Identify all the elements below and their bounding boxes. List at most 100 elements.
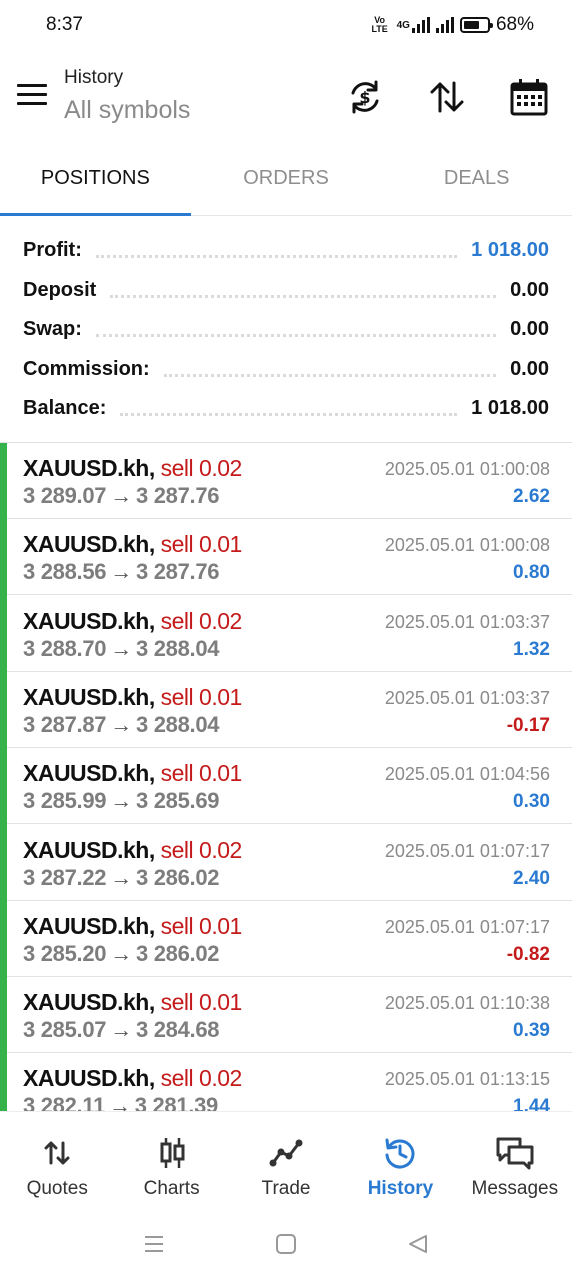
position-side: sell 0.02 (160, 607, 243, 634)
tab-orders[interactable]: ORDERS (191, 142, 382, 215)
svg-text:$: $ (359, 88, 370, 107)
status-bar: 8:37 Vo LTE 4G 68% (0, 0, 572, 52)
position-row[interactable]: XAUUSD.kh, sell 0.02 3 282.11 → 3 281.39 202… (7, 1053, 572, 1112)
nav-charts[interactable]: Charts (114, 1112, 228, 1212)
position-row[interactable]: XAUUSD.kh, sell 0.01 3 288.56 → 3 287.76 202… (7, 519, 572, 596)
position-profit: -0.17 (506, 714, 550, 736)
signal-icon (411, 17, 430, 33)
open-price: 3 289.07 (23, 483, 107, 508)
open-price: 3 288.56 (23, 559, 107, 585)
sort-button[interactable] (424, 74, 470, 120)
nav-trade[interactable]: Trade (229, 1112, 343, 1212)
position-row[interactable]: XAUUSD.kh, sell 0.02 3 287.22 → 3 286.02 202… (7, 825, 572, 901)
open-price: 3 282.11 (23, 1093, 106, 1112)
nav-label: Charts (143, 1178, 200, 1199)
position-row[interactable]: XAUUSD.kh, sell 0.01 3 285.07 → 3 284.68 202… (7, 977, 572, 1054)
position-profit: 2.40 (513, 867, 550, 889)
menu-icon[interactable] (17, 84, 47, 108)
open-price: 3 287.87 (23, 711, 107, 737)
position-prices: 3 282.11 → 3 281.39 (23, 1093, 218, 1112)
position-profit: 1.44 (513, 1096, 550, 1112)
position-side: sell 0.02 (160, 836, 243, 863)
nav-history[interactable]: History (343, 1112, 457, 1212)
position-profit: 0.80 (513, 562, 550, 584)
position-side: sell 0.02 (160, 1065, 243, 1092)
position-time: 2025.05.01 01:00:08 (384, 535, 550, 556)
app-header: History All symbols $ (0, 52, 572, 142)
back-icon[interactable] (407, 1233, 429, 1260)
position-side: sell 0.01 (160, 683, 243, 710)
position-row[interactable]: XAUUSD.kh, sell 0.02 3 289.07 → 3 287.76 202… (7, 443, 572, 519)
dotted-leader (163, 373, 497, 377)
position-profit: 1.32 (513, 638, 550, 660)
position-symbol: XAUUSD.kh, (23, 912, 155, 939)
tab-positions[interactable]: POSITIONS (0, 142, 191, 216)
dotted-leader (120, 412, 458, 416)
nav-messages[interactable]: Messages (458, 1112, 572, 1212)
position-profit: 0.30 (513, 791, 550, 813)
home-icon[interactable] (275, 1233, 297, 1260)
summary-label: Swap: (23, 317, 82, 340)
dotted-leader (95, 254, 458, 258)
position-title: XAUUSD.kh, sell 0.02 (23, 837, 242, 864)
position-symbol: XAUUSD.kh, (23, 836, 155, 863)
battery-percent: 68% (495, 14, 534, 35)
position-symbol: XAUUSD.kh, (23, 989, 155, 1016)
row-marker (0, 443, 7, 1112)
sort-icon (430, 81, 464, 113)
summary-row-commission: Commission: 0.00 (23, 349, 549, 389)
volte-icon: Vo LTE (371, 15, 388, 34)
trade-icon (269, 1134, 303, 1172)
position-title: XAUUSD.kh, sell 0.01 (23, 531, 242, 558)
summary-value: 0.00 (510, 278, 549, 301)
position-title: XAUUSD.kh, sell 0.02 (23, 608, 242, 635)
calendar-icon (510, 79, 548, 116)
position-time: 2025.05.01 01:03:37 (384, 611, 550, 632)
arrow-icon: → (110, 864, 132, 890)
nav-label: Quotes (26, 1178, 88, 1199)
charts-icon (157, 1134, 187, 1172)
close-price: 3 286.02 (135, 940, 220, 966)
positions-list[interactable]: XAUUSD.kh, sell 0.02 3 289.07 → 3 287.76 202… (0, 442, 572, 1112)
open-price: 3 288.70 (23, 635, 107, 661)
tab-deals[interactable]: DEALS (381, 142, 572, 215)
position-title: XAUUSD.kh, sell 0.02 (23, 455, 242, 482)
position-row[interactable]: XAUUSD.kh, sell 0.01 3 285.99 → 3 285.69 202… (7, 748, 572, 825)
summary-row-balance: Balance: 1 018.00 (23, 388, 549, 428)
position-row[interactable]: XAUUSD.kh, sell 0.02 3 288.70 → 3 288.04 202… (7, 596, 572, 672)
arrow-icon: → (110, 788, 132, 814)
currency-sync-button[interactable]: $ (342, 74, 388, 120)
open-price: 3 287.22 (23, 864, 107, 890)
status-indicators: Vo LTE 4G 68% (369, 14, 534, 36)
summary-label: Deposit (23, 278, 97, 301)
position-symbol: XAUUSD.kh, (23, 760, 155, 787)
open-price: 3 285.20 (23, 940, 107, 966)
position-prices: 3 285.07 → 3 284.68 (23, 1017, 220, 1043)
close-price: 3 287.76 (135, 559, 220, 585)
arrow-icon: → (110, 483, 132, 508)
arrow-icon: → (109, 1093, 131, 1112)
close-price: 3 286.02 (135, 864, 220, 890)
open-price: 3 285.99 (23, 788, 107, 814)
position-time: 2025.05.01 01:13:15 (384, 1069, 550, 1090)
position-time: 2025.05.01 01:07:17 (384, 916, 550, 937)
symbol-filter[interactable]: All symbols (64, 96, 190, 125)
bottom-navigation: Quotes Charts Trade History Messages (0, 1112, 572, 1212)
quotes-icon (42, 1134, 72, 1172)
position-row[interactable]: XAUUSD.kh, sell 0.01 3 285.20 → 3 286.02 202… (7, 901, 572, 977)
open-price: 3 285.07 (23, 1017, 107, 1043)
position-prices: 3 288.70 → 3 288.04 (23, 635, 220, 662)
history-icon (383, 1134, 417, 1172)
position-time: 2025.05.01 01:04:56 (384, 764, 550, 785)
nav-quotes[interactable]: Quotes (0, 1112, 114, 1212)
position-prices: 3 285.20 → 3 286.02 (23, 940, 220, 967)
messages-icon (495, 1134, 535, 1172)
summary-value: 1 018.00 (471, 238, 549, 261)
position-row[interactable]: XAUUSD.kh, sell 0.01 3 287.87 → 3 288.04 202… (7, 672, 572, 748)
recent-apps-icon[interactable] (143, 1233, 165, 1260)
position-profit: 2.62 (513, 486, 550, 507)
summary-label: Profit: (23, 238, 82, 261)
calendar-button[interactable] (506, 74, 552, 120)
position-title: XAUUSD.kh, sell 0.01 (23, 989, 242, 1016)
arrow-icon: → (110, 711, 132, 737)
